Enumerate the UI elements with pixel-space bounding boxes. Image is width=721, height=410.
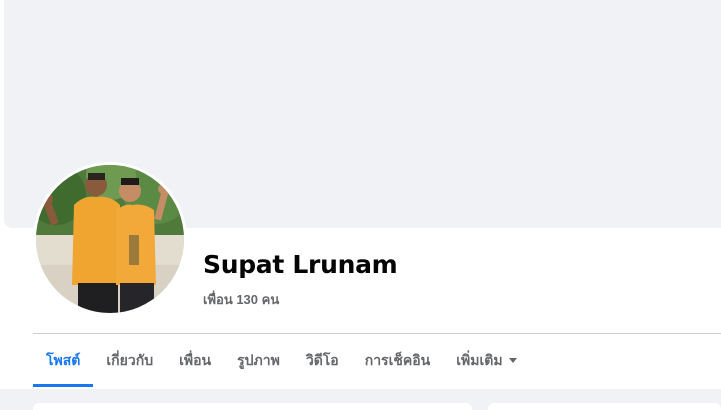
profile-picture-image	[36, 165, 184, 313]
tab-videos[interactable]: วิดีโอ	[293, 334, 352, 387]
profile-page: Supat Lrunam เพื่อน 130 คน โพสต์ เกี่ยวก…	[0, 0, 721, 410]
profile-name: Supat Lrunam	[203, 250, 398, 279]
tab-checkins[interactable]: การเช็คอิน	[352, 334, 444, 387]
right-content-card	[488, 403, 721, 410]
left-content-card	[33, 403, 472, 410]
tab-videos-label: วิดีโอ	[305, 351, 339, 368]
profile-photo-illustration	[36, 165, 184, 313]
tab-about[interactable]: เกี่ยวกับ	[93, 334, 166, 387]
tab-friends[interactable]: เพื่อน	[166, 334, 224, 387]
caret-down-icon	[508, 358, 517, 363]
tab-more-label: เพิ่มเติม	[456, 351, 503, 368]
profile-tabs: โพสต์ เกี่ยวกับ เพื่อน รูปภาพ วิดีโอ การ…	[33, 334, 530, 387]
tab-more[interactable]: เพิ่มเติม	[443, 334, 529, 387]
tab-friends-label: เพื่อน	[179, 351, 212, 368]
profile-picture[interactable]	[33, 162, 187, 316]
friends-count[interactable]: เพื่อน 130 คน	[203, 289, 279, 310]
tab-checkins-label: การเช็คอิน	[364, 351, 431, 368]
tab-photos-label: รูปภาพ	[237, 351, 280, 368]
tab-about-label: เกี่ยวกับ	[106, 351, 154, 368]
tab-photos[interactable]: รูปภาพ	[224, 334, 293, 387]
tab-posts[interactable]: โพสต์	[33, 334, 94, 387]
tab-posts-label: โพสต์	[46, 351, 81, 368]
